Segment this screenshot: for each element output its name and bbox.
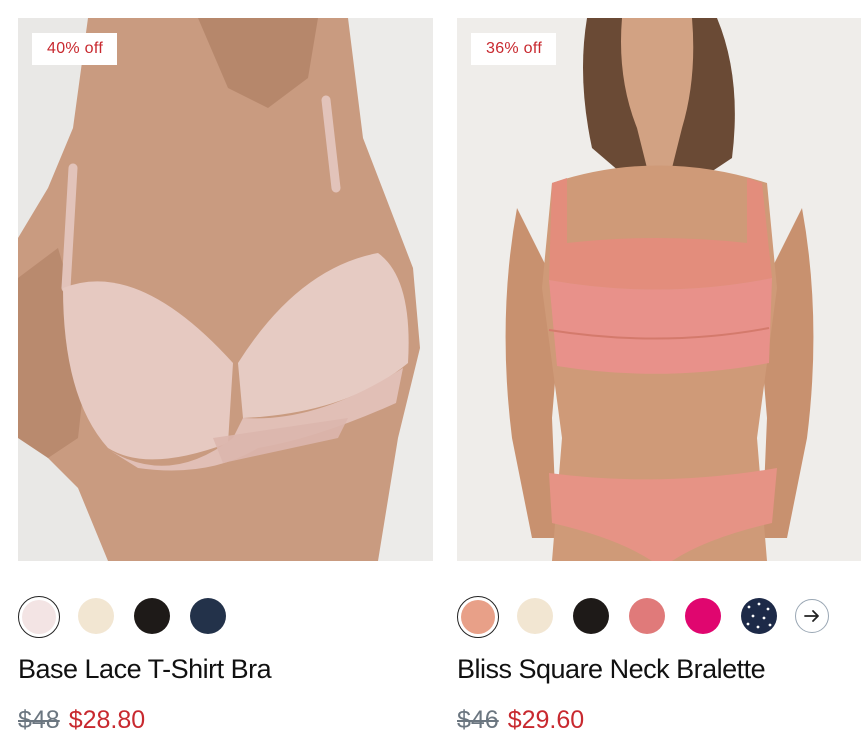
product-image[interactable]: 40% off	[18, 18, 433, 561]
arrow-right-icon	[804, 610, 819, 622]
product-photo-illustration	[18, 18, 433, 561]
swatch-navy[interactable]	[190, 598, 226, 634]
swatch-navy-dot[interactable]	[741, 598, 777, 634]
swatch-black[interactable]	[134, 598, 170, 634]
swatch-blush[interactable]	[18, 596, 60, 638]
discount-badge: 40% off	[32, 33, 118, 65]
product-card[interactable]: 40% off Base Lace T-Shirt Bra $48 $28.80	[18, 18, 433, 734]
sale-price: $28.80	[68, 706, 146, 734]
color-swatches	[18, 596, 433, 638]
original-price: $48	[18, 706, 60, 734]
swatch-fill	[461, 600, 495, 634]
swatch-ivory[interactable]	[78, 598, 114, 634]
product-photo-illustration	[457, 18, 861, 561]
product-title[interactable]: Bliss Square Neck Bralette	[457, 654, 766, 685]
product-price: $46 $29.60	[457, 706, 584, 735]
original-price: $46	[457, 706, 499, 734]
sale-price: $29.60	[507, 706, 585, 734]
swatch-fill	[22, 600, 56, 634]
color-swatches	[457, 596, 861, 638]
swatch-rose[interactable]	[629, 598, 665, 634]
polka-dot-pattern	[746, 602, 772, 629]
swatch-coral[interactable]	[457, 596, 499, 638]
product-price: $48 $28.80	[18, 706, 145, 735]
discount-badge: 36% off	[471, 33, 557, 65]
swatch-black[interactable]	[573, 598, 609, 634]
product-title[interactable]: Base Lace T-Shirt Bra	[18, 654, 272, 685]
product-card[interactable]: 36% off Bliss Square Neck Bralette $46 $2…	[457, 18, 861, 734]
swatch-magenta[interactable]	[685, 598, 721, 634]
more-swatches-button[interactable]	[795, 599, 829, 633]
product-image[interactable]: 36% off	[457, 18, 861, 561]
swatch-ivory[interactable]	[517, 598, 553, 634]
